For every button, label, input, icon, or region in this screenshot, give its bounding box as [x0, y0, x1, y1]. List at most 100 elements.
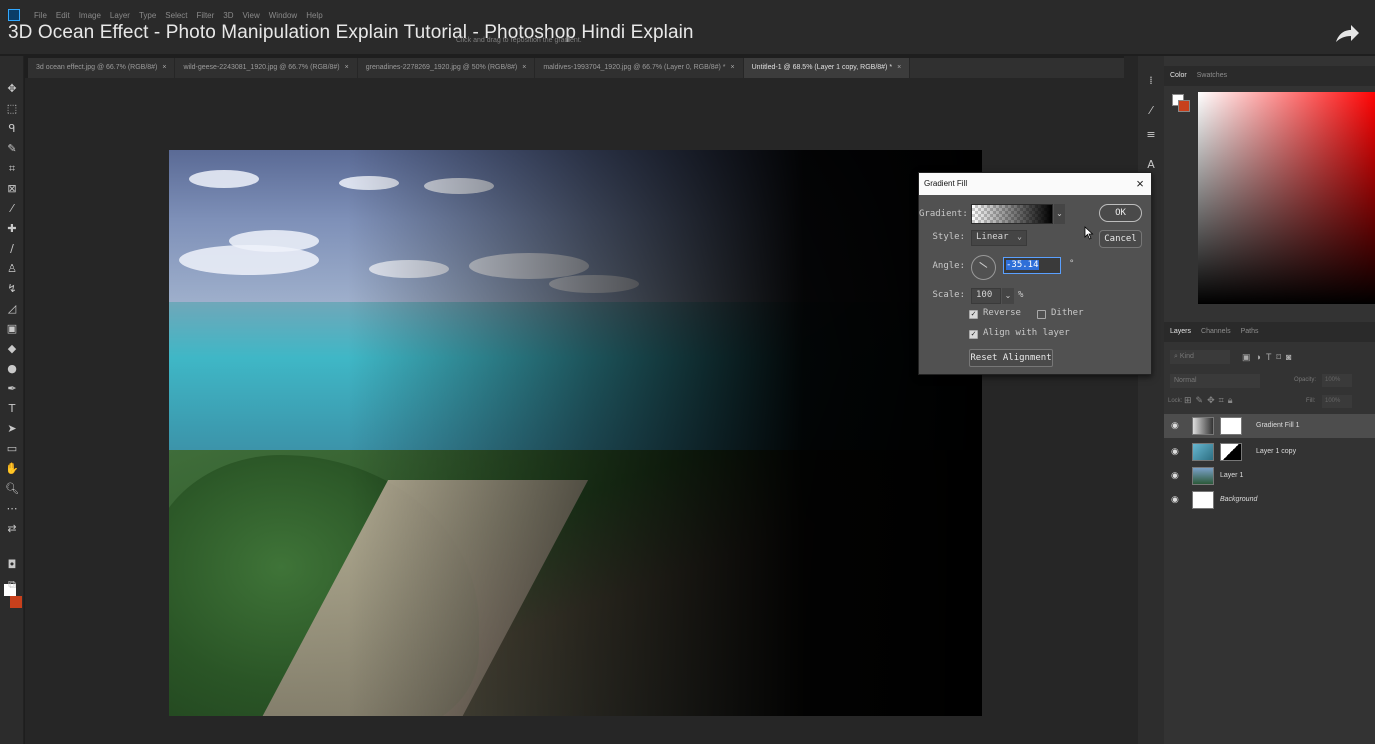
tab-layers[interactable]: Layers — [1170, 322, 1191, 342]
align-with-layer-checkbox[interactable]: ✓ — [969, 330, 978, 339]
layer-row-layer-1[interactable]: ◉ Layer 1 — [1164, 464, 1375, 488]
layer-mask-thumbnail[interactable] — [1220, 443, 1242, 461]
reset-alignment-button[interactable]: Reset Alignment — [969, 349, 1053, 367]
path-selection-tool-icon[interactable]: ➤ — [5, 422, 19, 436]
style-select[interactable]: Linear ⌄ — [971, 230, 1027, 246]
layer-name: Layer 1 copy — [1256, 448, 1297, 455]
dialog-close-icon[interactable]: × — [1133, 173, 1147, 195]
type-tool-icon[interactable]: T — [5, 402, 19, 416]
clone-stamp-tool-icon[interactable]: ♙ — [5, 262, 19, 276]
character-panel-icon[interactable]: A — [1144, 158, 1158, 172]
gradient-dropdown-chevron-icon[interactable]: ⌄ — [1054, 204, 1065, 224]
tab-close-icon[interactable]: × — [897, 64, 901, 71]
tab-close-icon[interactable]: × — [162, 64, 166, 71]
move-tool-icon[interactable]: ✥ — [5, 82, 19, 96]
menu-layer[interactable]: Layer — [110, 11, 130, 20]
layers-panel-tabs: Layers Channels Paths — [1164, 322, 1375, 342]
layer-row-gradient-fill-1[interactable]: ◉ Gradient Fill 1 — [1164, 414, 1375, 438]
reverse-checkbox[interactable]: ✓ — [969, 310, 978, 319]
rectangle-tool-icon[interactable]: ▭ — [5, 442, 19, 456]
share-icon[interactable] — [1334, 24, 1360, 44]
scale-dropdown-chevron-icon[interactable]: ⌄ — [1002, 288, 1014, 304]
scale-input[interactable]: 100 — [971, 288, 1001, 304]
tab-3d-ocean-effect[interactable]: 3d ocean effect.jpg @ 66.7% (RGB/8#) × — [28, 58, 176, 78]
eraser-tool-icon[interactable]: ◿ — [5, 302, 19, 316]
menu-view[interactable]: View — [243, 11, 260, 20]
eyedropper-tool-icon[interactable]: ⁄ — [5, 202, 19, 216]
brush-tool-icon[interactable]: ∕ — [5, 242, 19, 256]
dither-label: Dither — [1051, 308, 1084, 318]
ok-button[interactable]: OK — [1099, 204, 1142, 222]
document-image[interactable] — [169, 150, 982, 716]
panel-collapse-strip[interactable] — [1124, 56, 1138, 744]
layer-row-layer-1-copy[interactable]: ◉ Layer 1 copy — [1164, 440, 1375, 464]
tab-swatches[interactable]: Swatches — [1197, 66, 1227, 86]
hand-tool-icon[interactable]: ✋ — [5, 462, 19, 476]
quick-mask-icon[interactable]: ◘ — [5, 558, 19, 572]
brush-panel-icon[interactable]: ⁄ — [1144, 104, 1158, 118]
tab-wild-geese[interactable]: wild-geese-2243081_1920.jpg @ 66.7% (RGB… — [175, 58, 358, 78]
angle-dial[interactable] — [971, 255, 996, 280]
menu-3d[interactable]: 3D — [223, 11, 233, 20]
menu-help[interactable]: Help — [306, 11, 322, 20]
frame-tool-icon[interactable]: ⊠ — [5, 182, 19, 196]
visibility-eye-icon[interactable]: ◉ — [1171, 421, 1180, 430]
tab-close-icon[interactable]: × — [522, 64, 526, 71]
menu-window[interactable]: Window — [269, 11, 297, 20]
menu-image[interactable]: Image — [79, 11, 101, 20]
gradient-tool-icon[interactable]: ▣ — [5, 322, 19, 336]
blend-mode-select[interactable]: Normal — [1170, 374, 1260, 388]
tab-color[interactable]: Color — [1170, 66, 1187, 86]
quick-selection-tool-icon[interactable]: ✎ — [5, 142, 19, 156]
screen-mode-icon[interactable]: ⧉ — [5, 578, 19, 592]
crop-tool-icon[interactable]: ⌗ — [5, 162, 19, 176]
menu-file[interactable]: File — [34, 11, 47, 20]
visibility-eye-icon[interactable]: ◉ — [1171, 471, 1180, 480]
menu-edit[interactable]: Edit — [56, 11, 70, 20]
marquee-tool-icon[interactable]: ⬚ — [5, 102, 19, 116]
tab-untitled-1[interactable]: Untitled-1 @ 68.5% (Layer 1 copy, RGB/8#… — [743, 58, 911, 78]
color-background-swatch[interactable] — [1178, 100, 1190, 112]
tab-close-icon[interactable]: × — [731, 64, 735, 71]
menu-select[interactable]: Select — [165, 11, 187, 20]
blur-tool-icon[interactable]: ◆ — [5, 342, 19, 356]
tab-paths[interactable]: Paths — [1241, 322, 1259, 342]
pen-tool-icon[interactable]: ✒ — [5, 382, 19, 396]
visibility-eye-icon[interactable]: ◉ — [1171, 495, 1180, 504]
menu-filter[interactable]: Filter — [197, 11, 215, 20]
angle-input[interactable]: -35.14 — [1003, 257, 1061, 274]
history-panel-icon[interactable]: ⁞ — [1144, 74, 1158, 88]
tab-channels[interactable]: Channels — [1201, 322, 1231, 342]
layer-row-background[interactable]: ◉ Background — [1164, 488, 1375, 512]
lasso-tool-icon[interactable]: ᑫ — [5, 122, 19, 136]
zoom-tool-icon[interactable]: 🔍︎ — [5, 482, 19, 496]
history-brush-tool-icon[interactable]: ↯ — [5, 282, 19, 296]
angle-label: Angle: — [932, 261, 965, 271]
background-color-swatch[interactable] — [10, 596, 22, 608]
cancel-button[interactable]: Cancel — [1099, 230, 1142, 248]
dodge-tool-icon[interactable]: ● — [5, 362, 19, 376]
fill-input[interactable]: 100% — [1322, 395, 1352, 408]
dialog-titlebar[interactable]: Gradient Fill — [919, 173, 1151, 195]
tab-maldives[interactable]: maldives-1993704_1920.jpg @ 66.7% (Layer… — [535, 58, 744, 78]
properties-panel-icon[interactable]: ≡ — [1144, 128, 1158, 142]
layer-filter-icons[interactable]: ▣◑T⌑◙ — [1242, 352, 1297, 363]
healing-brush-tool-icon[interactable]: ✚ — [5, 222, 19, 236]
layer-mask-thumbnail[interactable] — [1220, 417, 1242, 435]
swap-colors-icon[interactable]: ⇄ — [5, 522, 19, 536]
layer-filter-input[interactable]: ⌕ Kind — [1170, 350, 1230, 364]
tab-grenadines[interactable]: grenadines-2278269_1920.jpg @ 50% (RGB/8… — [358, 58, 536, 78]
opacity-input[interactable]: 100% — [1322, 374, 1352, 387]
gradient-preview[interactable] — [971, 204, 1053, 224]
dialog-title: Gradient Fill — [924, 179, 968, 188]
visibility-eye-icon[interactable]: ◉ — [1171, 447, 1180, 456]
color-picker-field[interactable] — [1198, 92, 1375, 304]
tab-close-icon[interactable]: × — [345, 64, 349, 71]
dither-checkbox[interactable] — [1037, 310, 1046, 319]
gradient-fill-dialog: Gradient Fill × Gradient: ⌄ OK Cancel St… — [918, 172, 1152, 375]
more-tools-icon[interactable]: ⋯ — [5, 502, 19, 516]
options-hint: Click and drag to reposition the gradien… — [456, 37, 582, 44]
lock-icons[interactable]: ⊞✎✥⌗🔒︎ — [1184, 395, 1236, 406]
menu-type[interactable]: Type — [139, 11, 156, 20]
tab-label: 3d ocean effect.jpg @ 66.7% (RGB/8#) — [36, 64, 158, 71]
